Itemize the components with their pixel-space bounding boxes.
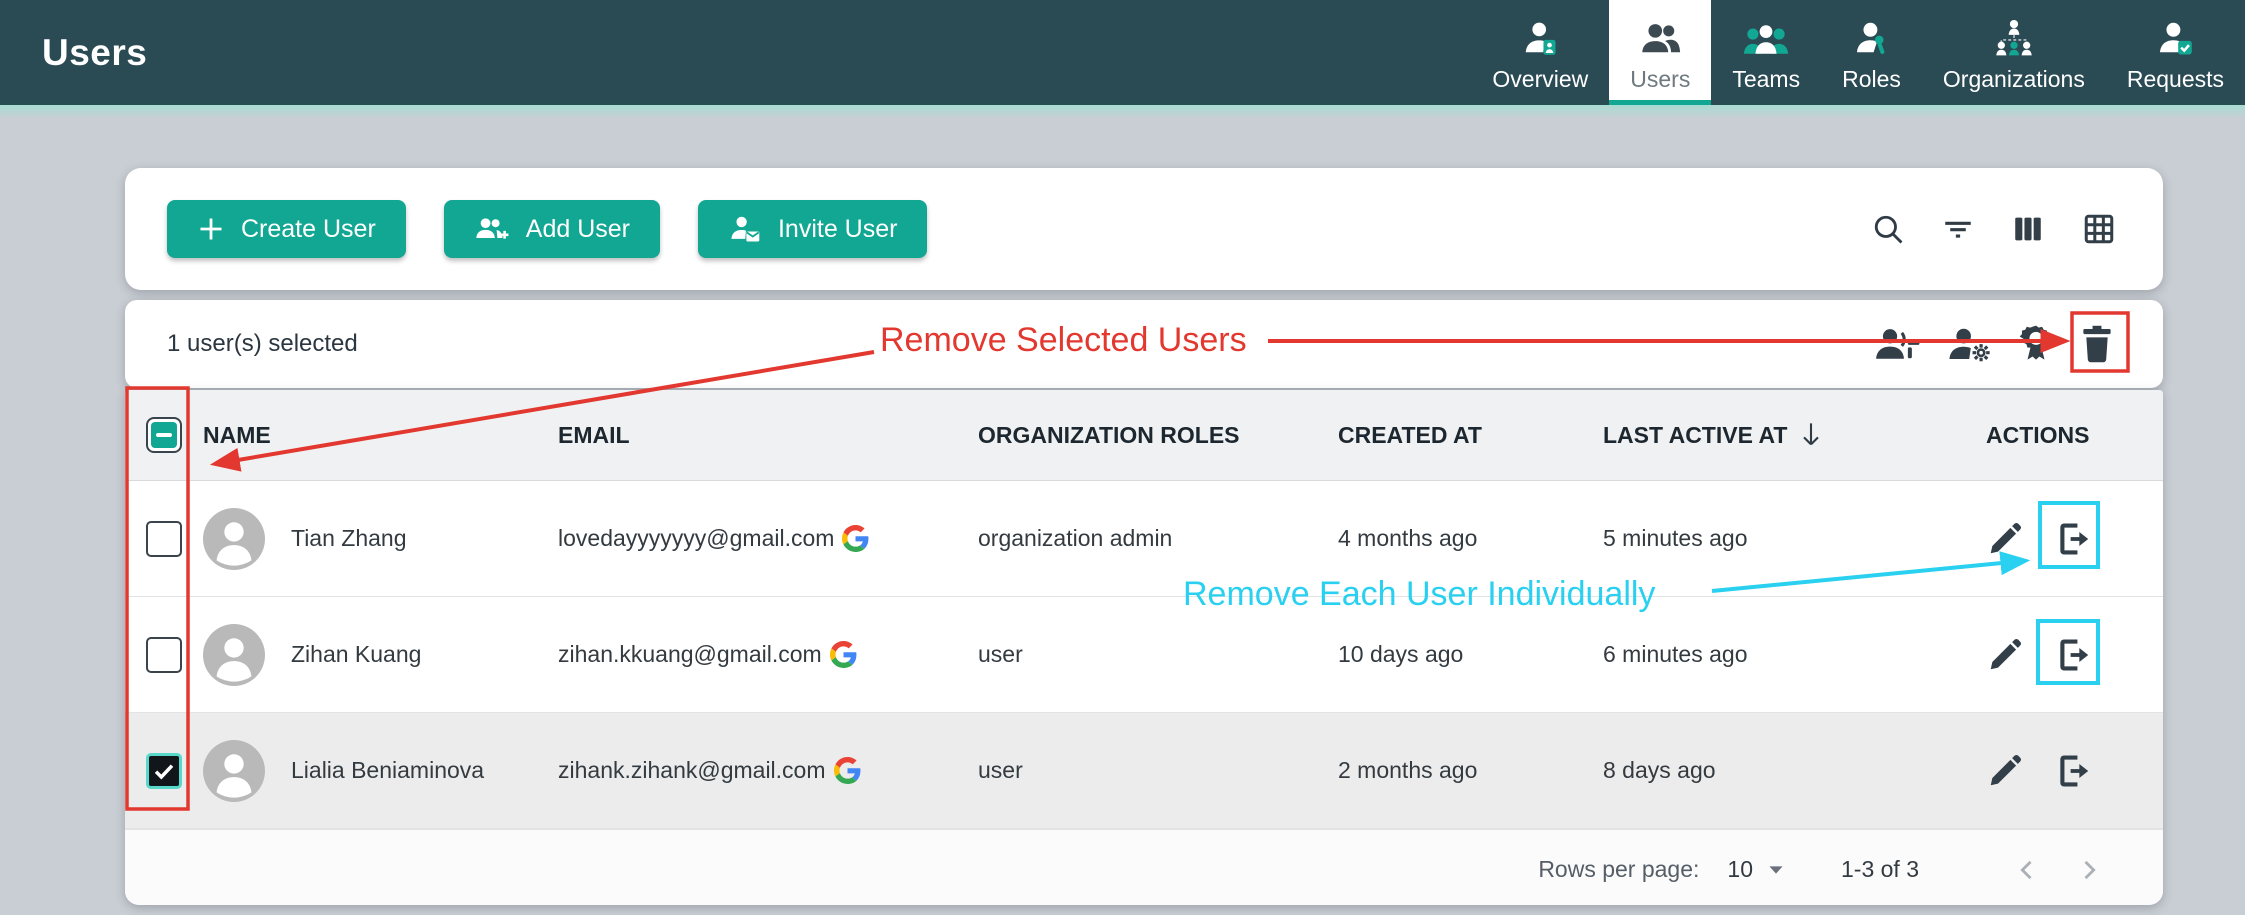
plus-icon (197, 215, 225, 243)
pagination-bar: Rows per page: 10 1-3 of 3 (125, 829, 2163, 905)
invite-user-icon (728, 214, 762, 244)
page-range: 1-3 of 3 (1841, 856, 1919, 883)
add-user-icon (474, 214, 510, 244)
person-check-icon (2155, 15, 2195, 57)
user-name: Lialia Beniaminova (291, 757, 484, 784)
check-icon (152, 759, 176, 783)
tab-roles[interactable]: Roles (1821, 0, 1922, 105)
tab-label: Users (1630, 66, 1690, 93)
delete-icon[interactable] (2079, 324, 2115, 364)
remove-individual-icon[interactable] (2054, 520, 2092, 558)
column-header-actions: ACTIONS (1948, 422, 2163, 449)
tab-label: Requests (2127, 66, 2224, 93)
edit-icon[interactable] (1986, 636, 2024, 674)
edit-icon[interactable] (1986, 520, 2024, 558)
avatar (203, 624, 265, 686)
table-row: Lialia Beniaminova zihank.zihank@gmail.c… (125, 713, 2163, 829)
created-at: 2 months ago (1338, 757, 1603, 784)
user-settings-icon[interactable] (1947, 325, 1993, 363)
row-checkbox[interactable] (146, 637, 182, 673)
google-icon (842, 525, 869, 552)
table-row: Zihan Kuang zihan.kkuang@gmail.com user … (125, 597, 2163, 713)
selection-count: 1 user(s) selected (167, 330, 358, 358)
person-badge-icon (1520, 15, 1560, 57)
row-checkbox[interactable] (146, 521, 182, 557)
tab-organizations[interactable]: Organizations (1922, 0, 2106, 105)
last-active-at: 6 minutes ago (1603, 641, 1948, 668)
tab-teams[interactable]: Teams (1711, 0, 1821, 105)
tab-label: Overview (1492, 66, 1588, 93)
org-role: user (978, 641, 1338, 668)
sort-desc-icon (1801, 421, 1821, 449)
tab-overview[interactable]: Overview (1471, 0, 1609, 105)
remove-individual-icon[interactable] (2054, 752, 2092, 790)
next-page-button[interactable] (2075, 856, 2103, 884)
add-user-button[interactable]: Add User (444, 200, 660, 258)
users-table: NAME EMAIL ORGANIZATION ROLES CREATED AT… (125, 390, 2163, 905)
created-at: 4 months ago (1338, 525, 1603, 552)
last-active-at: 5 minutes ago (1603, 525, 1948, 552)
user-email: zihank.zihank@gmail.com (558, 757, 826, 784)
remove-user-icon[interactable] (1873, 325, 1921, 363)
column-header-org-roles[interactable]: ORGANIZATION ROLES (978, 422, 1338, 449)
invite-user-button[interactable]: Invite User (698, 200, 927, 258)
org-role: organization admin (978, 525, 1338, 552)
column-header-created-at[interactable]: CREATED AT (1338, 422, 1603, 449)
org-role: user (978, 757, 1338, 784)
page-title: Users (42, 32, 147, 74)
search-icon[interactable] (1871, 212, 1905, 246)
avatar (203, 508, 265, 570)
column-header-name[interactable]: NAME (203, 422, 558, 449)
user-name: Tian Zhang (291, 525, 407, 552)
remove-individual-icon[interactable] (2054, 636, 2092, 674)
app-header: Users Overview Users Teams Roles (0, 0, 2245, 105)
toolbar-card: Create User Add User Invite User (125, 168, 2163, 290)
table-row: Tian Zhang lovedayyyyyyy@gmail.com organ… (125, 481, 2163, 597)
selection-bar: 1 user(s) selected (125, 300, 2163, 388)
filter-icon[interactable] (1941, 212, 1975, 246)
tab-label: Teams (1732, 66, 1800, 93)
select-all-checkbox[interactable] (146, 417, 182, 453)
team-icon (1743, 15, 1789, 57)
created-at: 10 days ago (1338, 641, 1603, 668)
last-active-at: 8 days ago (1603, 757, 1948, 784)
grid-icon[interactable] (2081, 211, 2117, 247)
column-header-last-active-at[interactable]: LAST ACTIVE AT (1603, 421, 1948, 449)
create-user-button[interactable]: Create User (167, 200, 406, 258)
google-icon (830, 641, 857, 668)
user-email: zihan.kkuang@gmail.com (558, 641, 822, 668)
user-email: lovedayyyyyyy@gmail.com (558, 525, 834, 552)
rows-per-page-label: Rows per page: (1538, 856, 1699, 883)
top-navigation: Overview Users Teams Roles Organizations (1471, 0, 2245, 105)
award-icon[interactable] (2019, 324, 2053, 364)
tab-users[interactable]: Users (1609, 0, 1711, 105)
user-name: Zihan Kuang (291, 641, 421, 668)
edit-icon[interactable] (1986, 752, 2024, 790)
columns-icon[interactable] (2011, 212, 2045, 246)
google-icon (834, 757, 861, 784)
avatar (203, 740, 265, 802)
row-checkbox[interactable] (146, 753, 182, 789)
tab-label: Organizations (1943, 66, 2085, 93)
org-hierarchy-icon (1992, 15, 2036, 57)
column-header-email[interactable]: EMAIL (558, 422, 978, 449)
prev-page-button[interactable] (2013, 856, 2041, 884)
tab-label: Roles (1842, 66, 1901, 93)
people-icon (1639, 15, 1681, 57)
tab-requests[interactable]: Requests (2106, 0, 2245, 105)
indeterminate-minus-icon (156, 433, 172, 437)
table-header-row: NAME EMAIL ORGANIZATION ROLES CREATED AT… (125, 390, 2163, 481)
person-key-icon (1852, 15, 1892, 57)
header-accent-strip (0, 105, 2245, 119)
chevron-down-icon (1767, 864, 1785, 876)
rows-per-page-select[interactable]: 10 (1727, 856, 1785, 883)
